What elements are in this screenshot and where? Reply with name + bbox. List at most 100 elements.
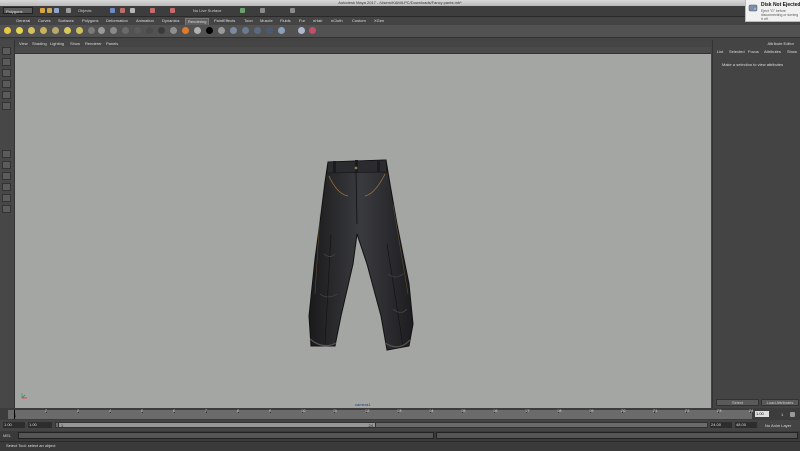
- timeline-tick-label: 8: [237, 408, 240, 413]
- range-end-field[interactable]: 48.00: [735, 422, 757, 428]
- shelf-tab-fluids[interactable]: Fluids: [278, 18, 293, 24]
- history-icon[interactable]: [150, 8, 155, 13]
- phong-material-icon[interactable]: [122, 27, 129, 34]
- perspective-graph-layout-icon[interactable]: [2, 183, 11, 191]
- surface-shader-icon[interactable]: [158, 27, 165, 34]
- command-language-label[interactable]: MEL: [3, 433, 11, 438]
- hypershade-shelf-icon[interactable]: [242, 27, 249, 34]
- mental-ray-icon[interactable]: [278, 27, 285, 34]
- red-sphere-icon[interactable]: [309, 27, 316, 34]
- grey-swatch-icon[interactable]: [218, 27, 225, 34]
- area-light-icon[interactable]: [52, 27, 59, 34]
- anisotropic-material-icon[interactable]: [134, 27, 141, 34]
- rotate-tool-icon[interactable]: [2, 91, 11, 99]
- shelf-tab-xgen[interactable]: XGen: [372, 18, 386, 24]
- range-inner-end-field[interactable]: 24.00: [710, 422, 732, 428]
- shelf-tab-curves[interactable]: Curves: [36, 18, 53, 24]
- move-tool-icon[interactable]: [2, 80, 11, 88]
- command-input[interactable]: [18, 432, 434, 439]
- shelf-tab-surfaces[interactable]: Surfaces: [56, 18, 76, 24]
- point-light-icon[interactable]: [40, 27, 47, 34]
- timeline-tick-label: 13: [397, 408, 402, 413]
- attribute-editor-title-text: Attribute Editor: [767, 41, 794, 46]
- new-scene-icon[interactable]: [40, 8, 45, 13]
- render-settings-icon[interactable]: [260, 8, 265, 13]
- jeans-model: [308, 159, 414, 351]
- shelf-tab-painteffects[interactable]: PaintEffects: [212, 18, 237, 24]
- shelf-tab-toon[interactable]: Toon: [242, 18, 255, 24]
- black-swatch-icon[interactable]: [206, 27, 213, 34]
- sphere-preview-icon[interactable]: [298, 27, 305, 34]
- live-surface-label[interactable]: No Live Surface: [193, 8, 221, 13]
- snap-point-icon[interactable]: [130, 8, 135, 13]
- attr-tab-show[interactable]: Show: [787, 49, 797, 54]
- playback-controls-icon[interactable]: [790, 412, 795, 417]
- shelf-tab-rendering[interactable]: Rendering: [185, 18, 210, 25]
- attr-tab-focus[interactable]: Focus: [748, 49, 759, 54]
- directional-light-icon[interactable]: [76, 27, 83, 34]
- anim-layer-label[interactable]: No Anim Layer: [765, 423, 791, 428]
- shelf-tab-polygons[interactable]: Polygons: [80, 18, 100, 24]
- single-perspective-layout-icon[interactable]: [2, 150, 11, 158]
- hypershade-icon[interactable]: [290, 8, 295, 13]
- attr-tab-list[interactable]: List: [717, 49, 723, 54]
- shelf-menu-icon[interactable]: [4, 27, 11, 34]
- open-scene-icon[interactable]: [47, 8, 52, 13]
- select-tool-icon[interactable]: [2, 47, 11, 55]
- lambert-material-icon[interactable]: [110, 27, 117, 34]
- window-title: Autodesk Maya 2017 - /Users/KAMILPC/Down…: [338, 0, 462, 5]
- scale-tool-icon[interactable]: [2, 102, 11, 110]
- select-by-hierarchy-icon[interactable]: [66, 8, 71, 13]
- menu-set-select[interactable]: Polygons: [3, 7, 33, 14]
- attr-tab-attributes[interactable]: Attributes: [764, 49, 781, 54]
- current-time-field[interactable]: 1.00: [755, 411, 769, 417]
- shelf-tab-general[interactable]: General: [14, 18, 32, 24]
- range-start-field[interactable]: 1.00: [3, 422, 25, 428]
- blinn-material-icon[interactable]: [98, 27, 105, 34]
- timeline-tick-label: 11: [333, 408, 338, 413]
- time-slider-track[interactable]: [8, 410, 752, 419]
- four-view-layout-icon[interactable]: [2, 161, 11, 169]
- shelf-tab-nhair[interactable]: nHair: [311, 18, 325, 24]
- notification-title: Disk Not Ejected Properly: [761, 2, 800, 8]
- spot-light-icon[interactable]: [28, 27, 35, 34]
- attr-tab-selected[interactable]: Selected: [729, 49, 745, 54]
- light-icon[interactable]: [16, 27, 23, 34]
- render-frame-icon[interactable]: [182, 27, 189, 34]
- load-attributes-button[interactable]: Load Attributes: [761, 399, 799, 406]
- snap-grid-icon[interactable]: [110, 8, 115, 13]
- save-scene-icon[interactable]: [54, 8, 59, 13]
- range-inner-start-field[interactable]: 1.00: [28, 422, 52, 428]
- shelf-tab-dynamics[interactable]: Dynamics: [160, 18, 182, 24]
- ipr-render-icon[interactable]: [194, 27, 201, 34]
- timeline-tick-label: 5: [141, 408, 144, 413]
- shelf-tab-ncloth[interactable]: nCloth: [329, 18, 345, 24]
- volume-light-icon[interactable]: [64, 27, 71, 34]
- snap-curve-icon[interactable]: [120, 8, 125, 13]
- help-line-text: Select Tool: select an object: [6, 443, 56, 448]
- ramp-material-icon[interactable]: [146, 27, 153, 34]
- layered-shader-icon[interactable]: [170, 27, 177, 34]
- range-handle-end-label: 24: [368, 423, 373, 428]
- shelf-tab-muscle[interactable]: Muscle: [258, 18, 275, 24]
- disk-icon: [748, 4, 758, 12]
- perspective-outliner-layout-icon[interactable]: [2, 172, 11, 180]
- camera-icon[interactable]: [88, 27, 95, 34]
- viewport[interactable]: [15, 54, 711, 408]
- render-view-shelf-icon[interactable]: [254, 27, 261, 34]
- select-button[interactable]: Select: [716, 399, 759, 406]
- shelf-tab-animation[interactable]: Animation: [134, 18, 156, 24]
- render-settings-shelf-icon[interactable]: [230, 27, 237, 34]
- outliner-layout-icon[interactable]: [2, 205, 11, 213]
- playback-speed-label[interactable]: 1: [781, 412, 783, 417]
- shelf-tab-fur[interactable]: Fur: [297, 18, 307, 24]
- construction-icon[interactable]: [170, 8, 175, 13]
- range-slider-handle[interactable]: 1 24: [58, 422, 376, 428]
- hypershade-layout-icon[interactable]: [2, 194, 11, 202]
- paint-select-tool-icon[interactable]: [2, 69, 11, 77]
- render-view-icon[interactable]: [240, 8, 245, 13]
- shelf-tab-deformation[interactable]: Deformation: [104, 18, 130, 24]
- shelf-tab-custom[interactable]: Custom: [350, 18, 368, 24]
- lasso-tool-icon[interactable]: [2, 58, 11, 66]
- batch-render-icon[interactable]: [266, 27, 273, 34]
